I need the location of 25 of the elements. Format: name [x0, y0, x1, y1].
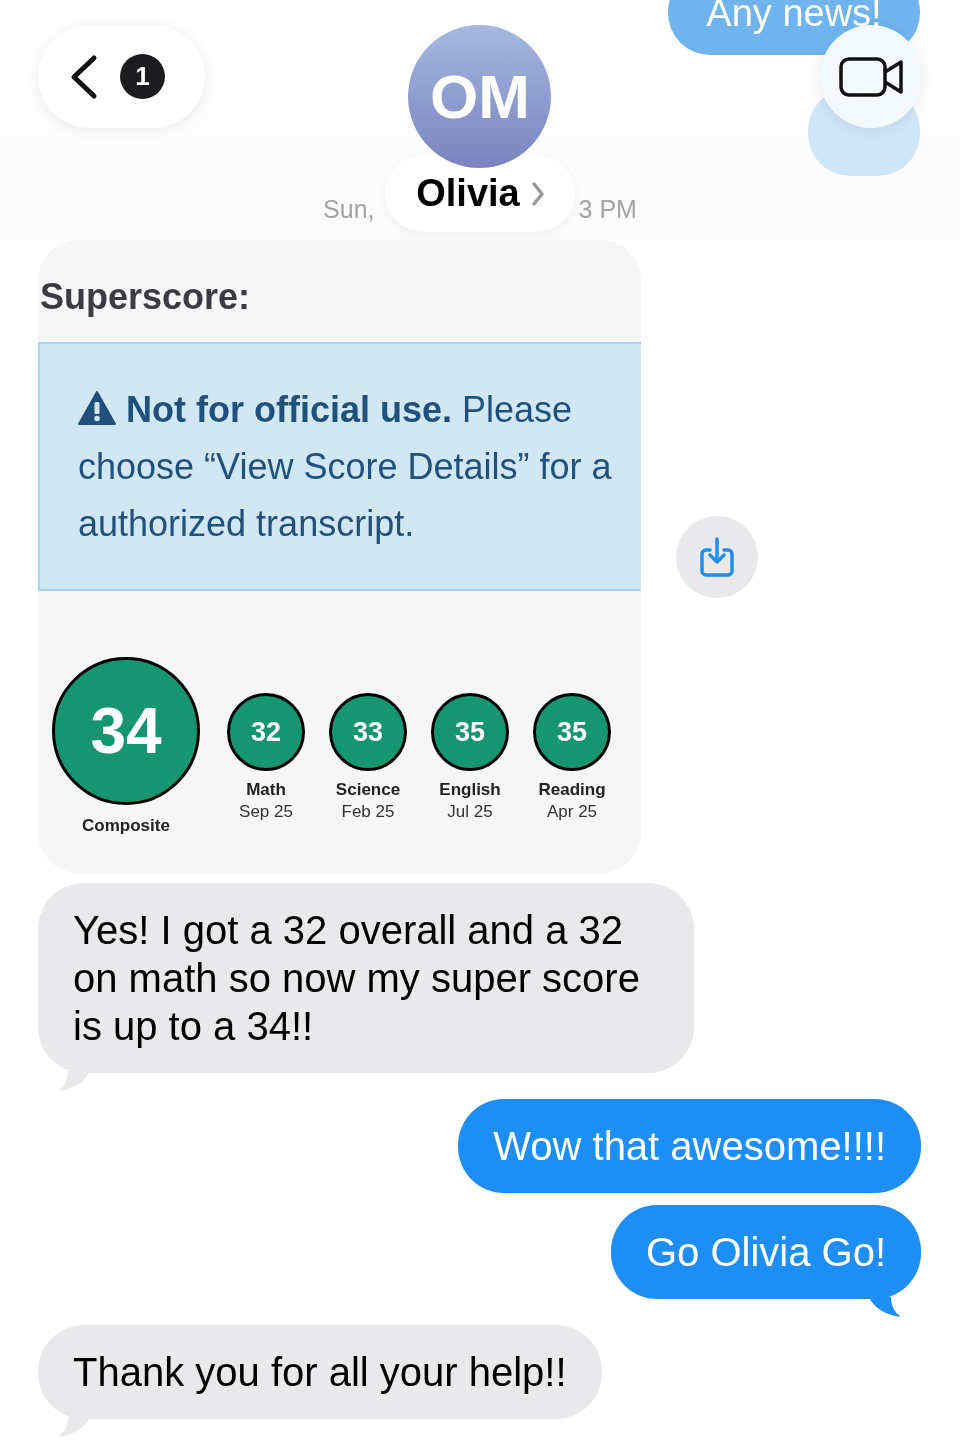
- section-name: Science: [335, 779, 401, 801]
- warning-icon: [78, 391, 116, 425]
- section-date: Sep 25: [239, 801, 293, 823]
- message-text: Yes! I got a 32 overall and a 32 on math so now my super score is up to a 34!!: [73, 907, 641, 1050]
- timestamp: 3 PM: [578, 195, 637, 223]
- video-camera-icon: [839, 56, 903, 97]
- score-label: Composite: [82, 816, 170, 836]
- screenshot-image[interactable]: Superscore: Not for official use. Please choose “View Score Details” for a authorized transcript. 34 Composite 32 Math Sep 25 33 Science Feb 25 35 English Jul 25 35 Reading Apr 25: [38, 240, 641, 873]
- superscore-heading: Superscore:: [39, 276, 252, 318]
- section-name: Math: [246, 779, 286, 801]
- back-button[interactable]: 1: [38, 25, 205, 128]
- download-icon: [700, 536, 734, 577]
- section-date: Feb 25: [341, 801, 395, 823]
- timestamp: Sun,: [323, 195, 375, 223]
- section-name: English: [439, 779, 501, 801]
- alert-message: Not for official use. Please choose “View Score Details” for a authorized transcript.: [78, 388, 613, 546]
- contact-name-button[interactable]: Olivia: [385, 155, 575, 232]
- message-text: Wow that awesome!!!!: [493, 1123, 886, 1170]
- chevron-right-icon: [531, 181, 544, 206]
- section-name: Reading: [538, 779, 606, 801]
- message-text: Thank you for all your help!!: [73, 1349, 567, 1396]
- message-text: Go Olivia Go!: [645, 1229, 886, 1276]
- section-date: Apr 25: [546, 801, 598, 823]
- section-date: Jul 25: [447, 801, 493, 823]
- unread-count-badge: 1: [120, 54, 165, 99]
